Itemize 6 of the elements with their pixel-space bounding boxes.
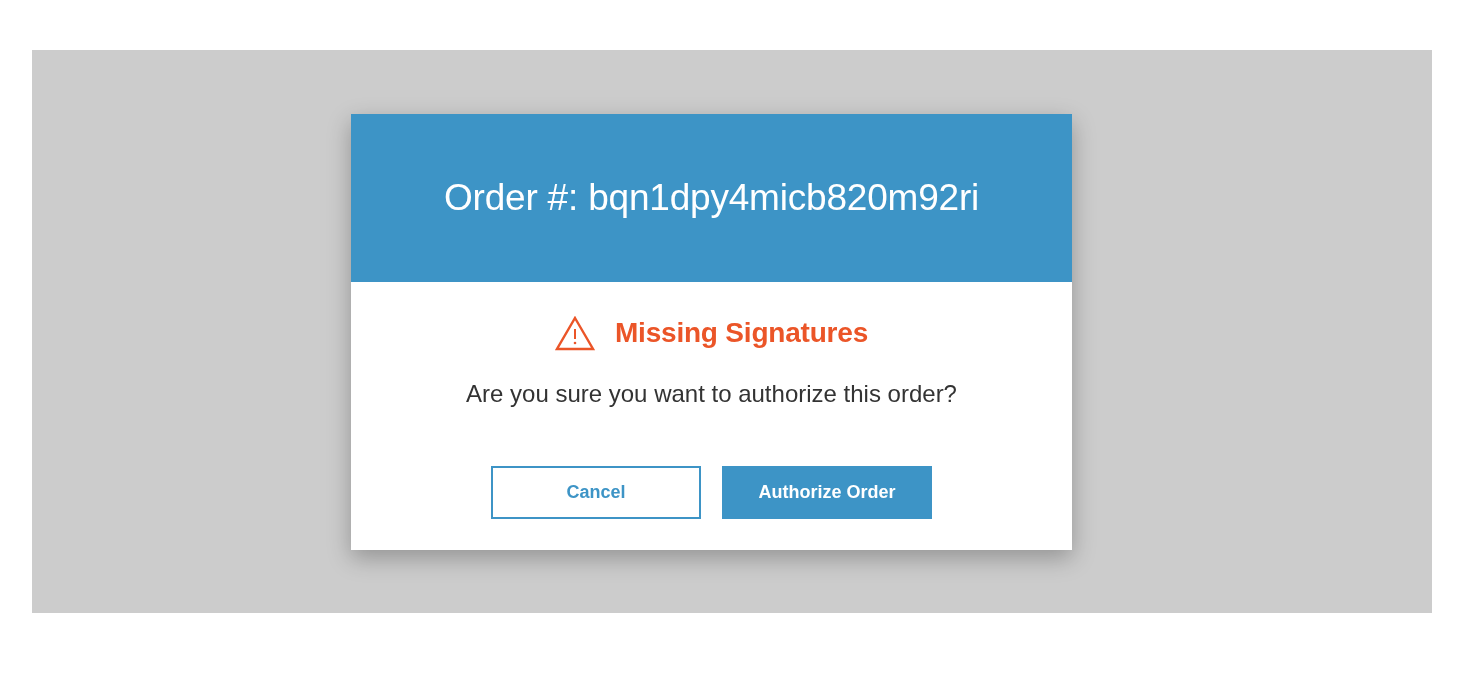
confirm-message: Are you sure you want to authorize this order? <box>466 380 957 408</box>
alert-heading: Missing Signatures <box>614 317 869 349</box>
authorize-button[interactable]: Authorize Order <box>722 466 932 519</box>
warning-icon <box>554 315 595 351</box>
cancel-button[interactable]: Cancel <box>491 466 701 519</box>
dialog-title: Order #: bqn1dpy4micb820m92ri <box>443 177 980 219</box>
